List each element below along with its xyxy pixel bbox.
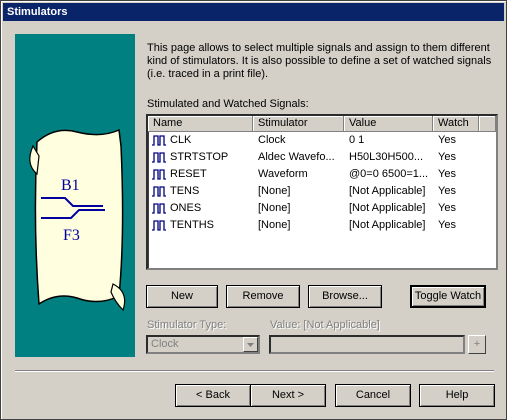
new-button[interactable]: New [146,285,218,308]
table-row[interactable]: RESET Waveform @0=0 6500=1... Yes [148,166,496,183]
toggle-watch-button[interactable]: Toggle Watch [410,285,486,308]
list-header: Name Stimulator Value Watch [148,116,496,132]
stimulator-type-select[interactable]: Clock [146,335,260,354]
cell-watch: Yes [438,134,456,146]
cancel-button[interactable]: Cancel [335,384,411,407]
table-row[interactable]: STRTSTOP Aldec Wavefo... H50L30H500... Yes [148,149,496,166]
signals-list-label: Stimulated and Watched Signals: [147,98,309,110]
remove-button-label: Remove [242,290,284,302]
table-row[interactable]: CLK Clock 0 1 Yes [148,132,496,149]
column-header-watch[interactable]: Watch [433,116,479,132]
cell-stimulator: Clock [258,134,286,146]
signal-waveform-icon [152,152,166,163]
back-button-label: < Back [196,389,230,401]
cell-value: H50L30H500... [349,151,423,163]
cell-watch: Yes [438,219,456,231]
cell-watch: Yes [438,202,456,214]
back-button[interactable]: < Back [175,384,251,407]
cell-name: CLK [170,134,192,146]
browse-button[interactable]: Browse... [308,285,382,308]
help-button[interactable]: Help [419,384,495,407]
table-row[interactable]: TENS [None] [Not Applicable] Yes [148,183,496,200]
cell-stimulator: [None] [258,219,291,231]
browse-button-label: Browse... [322,290,368,302]
cell-value: [Not Applicable] [349,219,426,231]
cell-value: [Not Applicable] [349,185,426,197]
cell-value: [Not Applicable] [349,202,426,214]
cell-stimulator: [None] [258,202,291,214]
cell-name: TENTHS [170,219,214,231]
next-button-label: Next > [271,389,305,401]
value-input[interactable] [269,335,465,354]
banner-label-b1: B1 [61,177,80,194]
chevron-down-icon[interactable] [243,337,258,352]
stimulators-dialog: Stimulators B1 F3 This page allows to se… [0,0,507,420]
signal-waveform-icon [152,169,166,180]
cell-watch: Yes [438,151,456,163]
cell-name: TENS [170,185,200,197]
signal-waveform-icon [152,135,166,146]
stimulator-type-label: Stimulator Type: [147,319,227,331]
cell-name: STRTSTOP [170,151,229,163]
scroll-icon: B1 F3 [29,128,126,312]
cell-value: @0=0 6500=1... [349,168,429,180]
table-row[interactable]: TENTHS [None] [Not Applicable] Yes [148,217,496,234]
signals-list[interactable]: Name Stimulator Value Watch CLK Clock 0 1 Y… [146,114,498,270]
column-header-filler [479,116,496,132]
cell-watch: Yes [438,185,456,197]
column-header-name[interactable]: Name [148,116,253,132]
cell-stimulator: Aldec Wavefo... [258,151,335,163]
help-button-label: Help [445,389,469,401]
column-header-stimulator[interactable]: Stimulator [253,116,344,132]
cell-value: 0 1 [349,134,365,146]
remove-button[interactable]: Remove [226,285,300,308]
signal-waveform-icon [152,186,166,197]
column-header-value[interactable]: Value [344,116,433,132]
title-bar: Stimulators [3,3,504,21]
toggle-watch-button-label: Toggle Watch [414,290,482,302]
cell-watch: Yes [438,168,456,180]
table-row[interactable]: ONES [None] [Not Applicable] Yes [148,200,496,217]
signal-waveform-icon [152,220,166,231]
cell-name: RESET [170,168,207,180]
plus-button[interactable]: + [468,335,486,354]
value-label: Value: [Not Applicable] [270,319,380,331]
cancel-button-label: Cancel [355,389,391,401]
signal-waveform-icon [152,203,166,214]
stimulator-type-value: Clock [151,338,179,350]
cell-name: ONES [170,202,202,214]
page-description: This page allows to select multiple sign… [147,42,492,80]
cell-stimulator: Waveform [258,168,308,180]
separator [15,370,494,372]
wizard-banner: B1 F3 [15,34,135,357]
banner-label-f3: F3 [63,227,80,244]
new-button-label: New [170,290,193,302]
next-button[interactable]: Next > [250,384,326,407]
cell-stimulator: [None] [258,185,291,197]
